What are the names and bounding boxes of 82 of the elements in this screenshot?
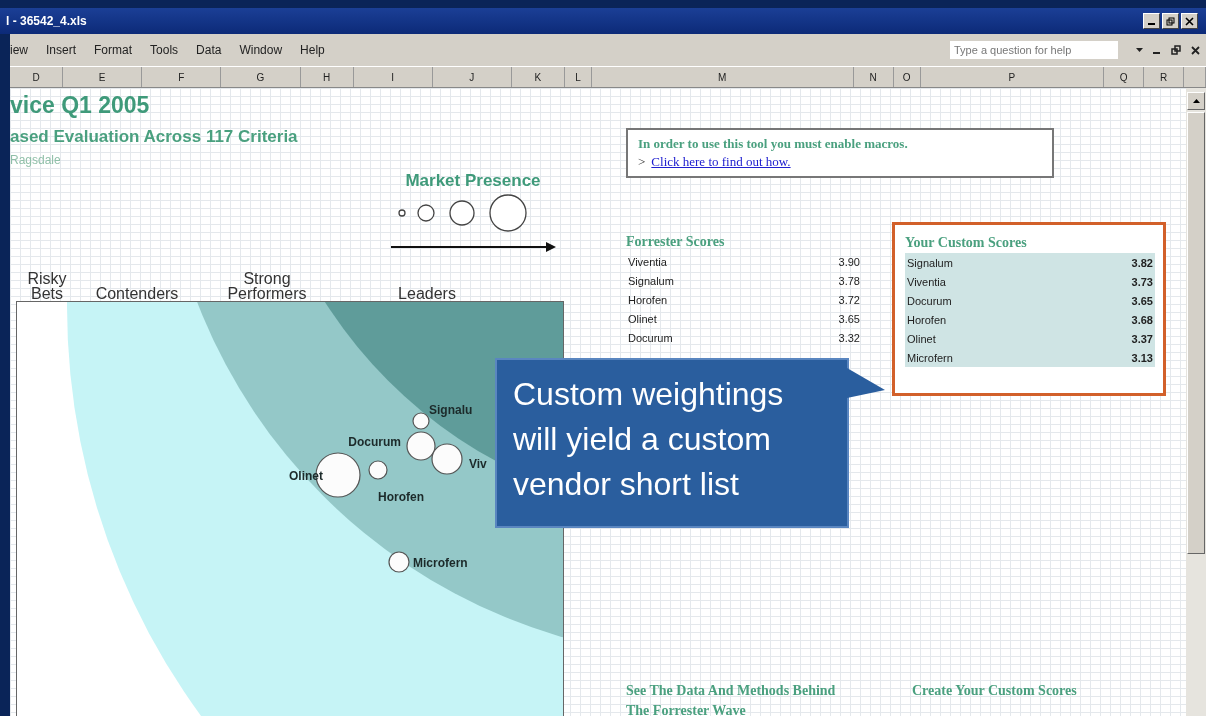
vendor-label: Signalu bbox=[429, 403, 473, 417]
table-cell: Docurum bbox=[907, 294, 952, 307]
sheet-subtitle: ased Evaluation Across 117 Criteria bbox=[10, 127, 299, 147]
up-arrow-icon bbox=[1192, 99, 1200, 103]
restore-icon[interactable] bbox=[1171, 45, 1181, 55]
column-header[interactable]: R bbox=[1144, 67, 1185, 87]
close-icon[interactable] bbox=[1191, 45, 1200, 55]
column-header[interactable]: M bbox=[592, 67, 854, 87]
bullet-marker: > bbox=[638, 154, 646, 170]
menu-item[interactable]: iew bbox=[10, 43, 28, 57]
menu-item[interactable]: Format bbox=[94, 43, 133, 57]
table-cell: Olinet bbox=[628, 312, 657, 325]
column-header[interactable]: L bbox=[565, 67, 593, 87]
table-cell: 3.78 bbox=[838, 274, 860, 287]
menu-item[interactable]: Data bbox=[196, 43, 222, 57]
column-header[interactable]: E bbox=[63, 67, 143, 87]
callout-pointer-icon bbox=[847, 368, 887, 398]
table-cell: Docurum bbox=[628, 331, 673, 344]
scrollbar-thumb[interactable] bbox=[1187, 112, 1205, 554]
band-label: Risky Bets bbox=[26, 271, 68, 301]
scroll-up-button[interactable] bbox=[1187, 92, 1205, 110]
vendor-label: Microfern bbox=[413, 556, 468, 570]
table-title: Your Custom Scores bbox=[905, 235, 1028, 251]
band-label: Contenders bbox=[94, 286, 180, 301]
help-link[interactable]: Click here to find out how. bbox=[651, 154, 791, 170]
vendor-bubble bbox=[388, 551, 410, 573]
vendor-bubble bbox=[368, 460, 388, 480]
table-cell: Viventia bbox=[907, 275, 946, 288]
table-cell: 3.65 bbox=[838, 312, 860, 325]
column-header[interactable]: O bbox=[893, 67, 921, 87]
table-cell: 3.37 bbox=[1131, 332, 1153, 345]
notice-text: In order to use this tool you must enable macros. bbox=[638, 136, 909, 152]
vendor-label: Olinet bbox=[289, 469, 323, 483]
column-header[interactable]: J bbox=[432, 67, 512, 87]
close-icon bbox=[1185, 16, 1194, 26]
callout: Custom weightings will yield a custom vendor short list bbox=[495, 358, 849, 528]
author-text: Ragsdale bbox=[10, 153, 62, 167]
column-header[interactable]: D bbox=[10, 67, 64, 87]
table-title: Forrester Scores bbox=[626, 234, 726, 250]
table-cell: 3.72 bbox=[838, 293, 860, 306]
table-cell: 3.13 bbox=[1131, 351, 1153, 364]
help-search-field[interactable]: Type a question for help bbox=[950, 41, 1118, 59]
table-cell: 3.65 bbox=[1131, 294, 1153, 307]
minimize-button[interactable] bbox=[1143, 13, 1160, 29]
dropdown-arrow-icon[interactable] bbox=[1136, 48, 1143, 52]
column-header[interactable]: F bbox=[142, 67, 222, 87]
legend-title: Market Presence bbox=[405, 171, 541, 191]
restore-button[interactable] bbox=[1162, 13, 1179, 29]
band-label: Strong Performers bbox=[226, 271, 308, 301]
table-cell: 3.73 bbox=[1131, 275, 1153, 288]
sheet-title: vice Q1 2005 bbox=[10, 92, 151, 119]
menu-item[interactable]: Window bbox=[239, 43, 283, 57]
table-cell: Olinet bbox=[907, 332, 936, 345]
table-cell: 3.68 bbox=[1131, 313, 1153, 326]
column-header[interactable]: P bbox=[920, 67, 1104, 87]
menu-item[interactable]: Help bbox=[300, 43, 325, 57]
menu-item[interactable]: Insert bbox=[46, 43, 77, 57]
column-header[interactable]: G bbox=[221, 67, 301, 87]
table-cell: Signalum bbox=[907, 256, 953, 269]
table-cell: Viventia bbox=[628, 255, 667, 268]
menu-item[interactable]: Tools bbox=[150, 43, 179, 57]
restore-icon bbox=[1166, 16, 1175, 26]
table-cell: Horofen bbox=[907, 313, 947, 326]
table-cell: 3.32 bbox=[838, 331, 860, 344]
table-cell: Horofen bbox=[628, 293, 668, 306]
close-button[interactable] bbox=[1181, 13, 1198, 29]
column-header[interactable]: K bbox=[511, 67, 565, 87]
vendor-bubble bbox=[431, 443, 463, 475]
vendor-label: Docurum bbox=[348, 435, 401, 449]
minimize-icon bbox=[1148, 23, 1155, 25]
column-header[interactable]: I bbox=[353, 67, 433, 87]
band-label: Leaders bbox=[397, 286, 457, 301]
vendor-label: Horofen bbox=[378, 490, 424, 504]
table-cell: Microfern bbox=[907, 351, 953, 364]
window-title: l - 36542_4.xls bbox=[6, 14, 87, 28]
table-cell: 3.82 bbox=[1131, 256, 1153, 269]
column-header[interactable]: H bbox=[300, 67, 354, 87]
column-header[interactable]: Q bbox=[1104, 67, 1145, 87]
column-header[interactable]: N bbox=[853, 67, 894, 87]
table-cell: 3.90 bbox=[838, 255, 860, 268]
vendor-label: Viv bbox=[469, 457, 487, 471]
table-cell: Signalum bbox=[628, 274, 674, 287]
